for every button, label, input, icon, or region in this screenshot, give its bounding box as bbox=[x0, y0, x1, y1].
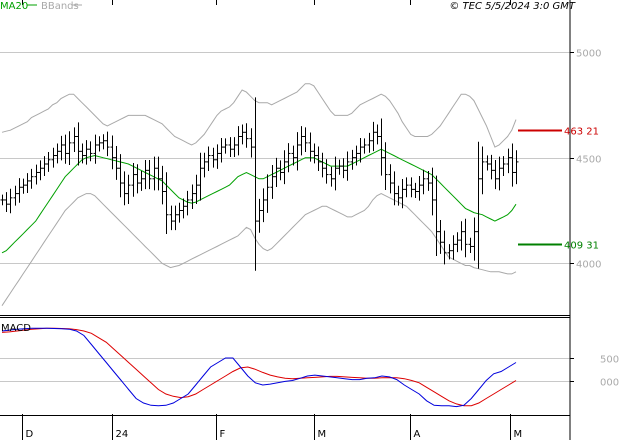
stock-chart: 5000 4500 4000 500 000 D 24 F M A M 463 21 409 31… bbox=[0, 0, 627, 440]
legend-bbands-label: BBands bbox=[41, 1, 79, 12]
indicator-y-tick-label: 500 bbox=[600, 355, 619, 366]
price-y-tick-label: 4000 bbox=[576, 260, 601, 271]
x-tick-label: 24 bbox=[116, 429, 129, 440]
annotation-label: 463 21 bbox=[564, 127, 599, 138]
indicator-title: MACD bbox=[1, 323, 31, 334]
x-tick-label: F bbox=[220, 429, 226, 440]
x-tick-label: M bbox=[318, 429, 327, 440]
x-tick-label: A bbox=[414, 429, 421, 440]
indicator-y-tick-label: 000 bbox=[600, 378, 619, 389]
x-tick-label: M bbox=[514, 429, 523, 440]
legend-ma20-label: MA20 bbox=[0, 1, 28, 12]
price-y-tick-label: 4500 bbox=[576, 155, 601, 166]
x-tick-label: D bbox=[26, 429, 34, 440]
annotation-label: 409 31 bbox=[564, 241, 599, 252]
price-y-tick-label: 5000 bbox=[576, 49, 601, 60]
chart-background bbox=[0, 0, 627, 440]
copyright-text: © TEC 5/5/2024 3:0 GMT bbox=[449, 1, 576, 12]
